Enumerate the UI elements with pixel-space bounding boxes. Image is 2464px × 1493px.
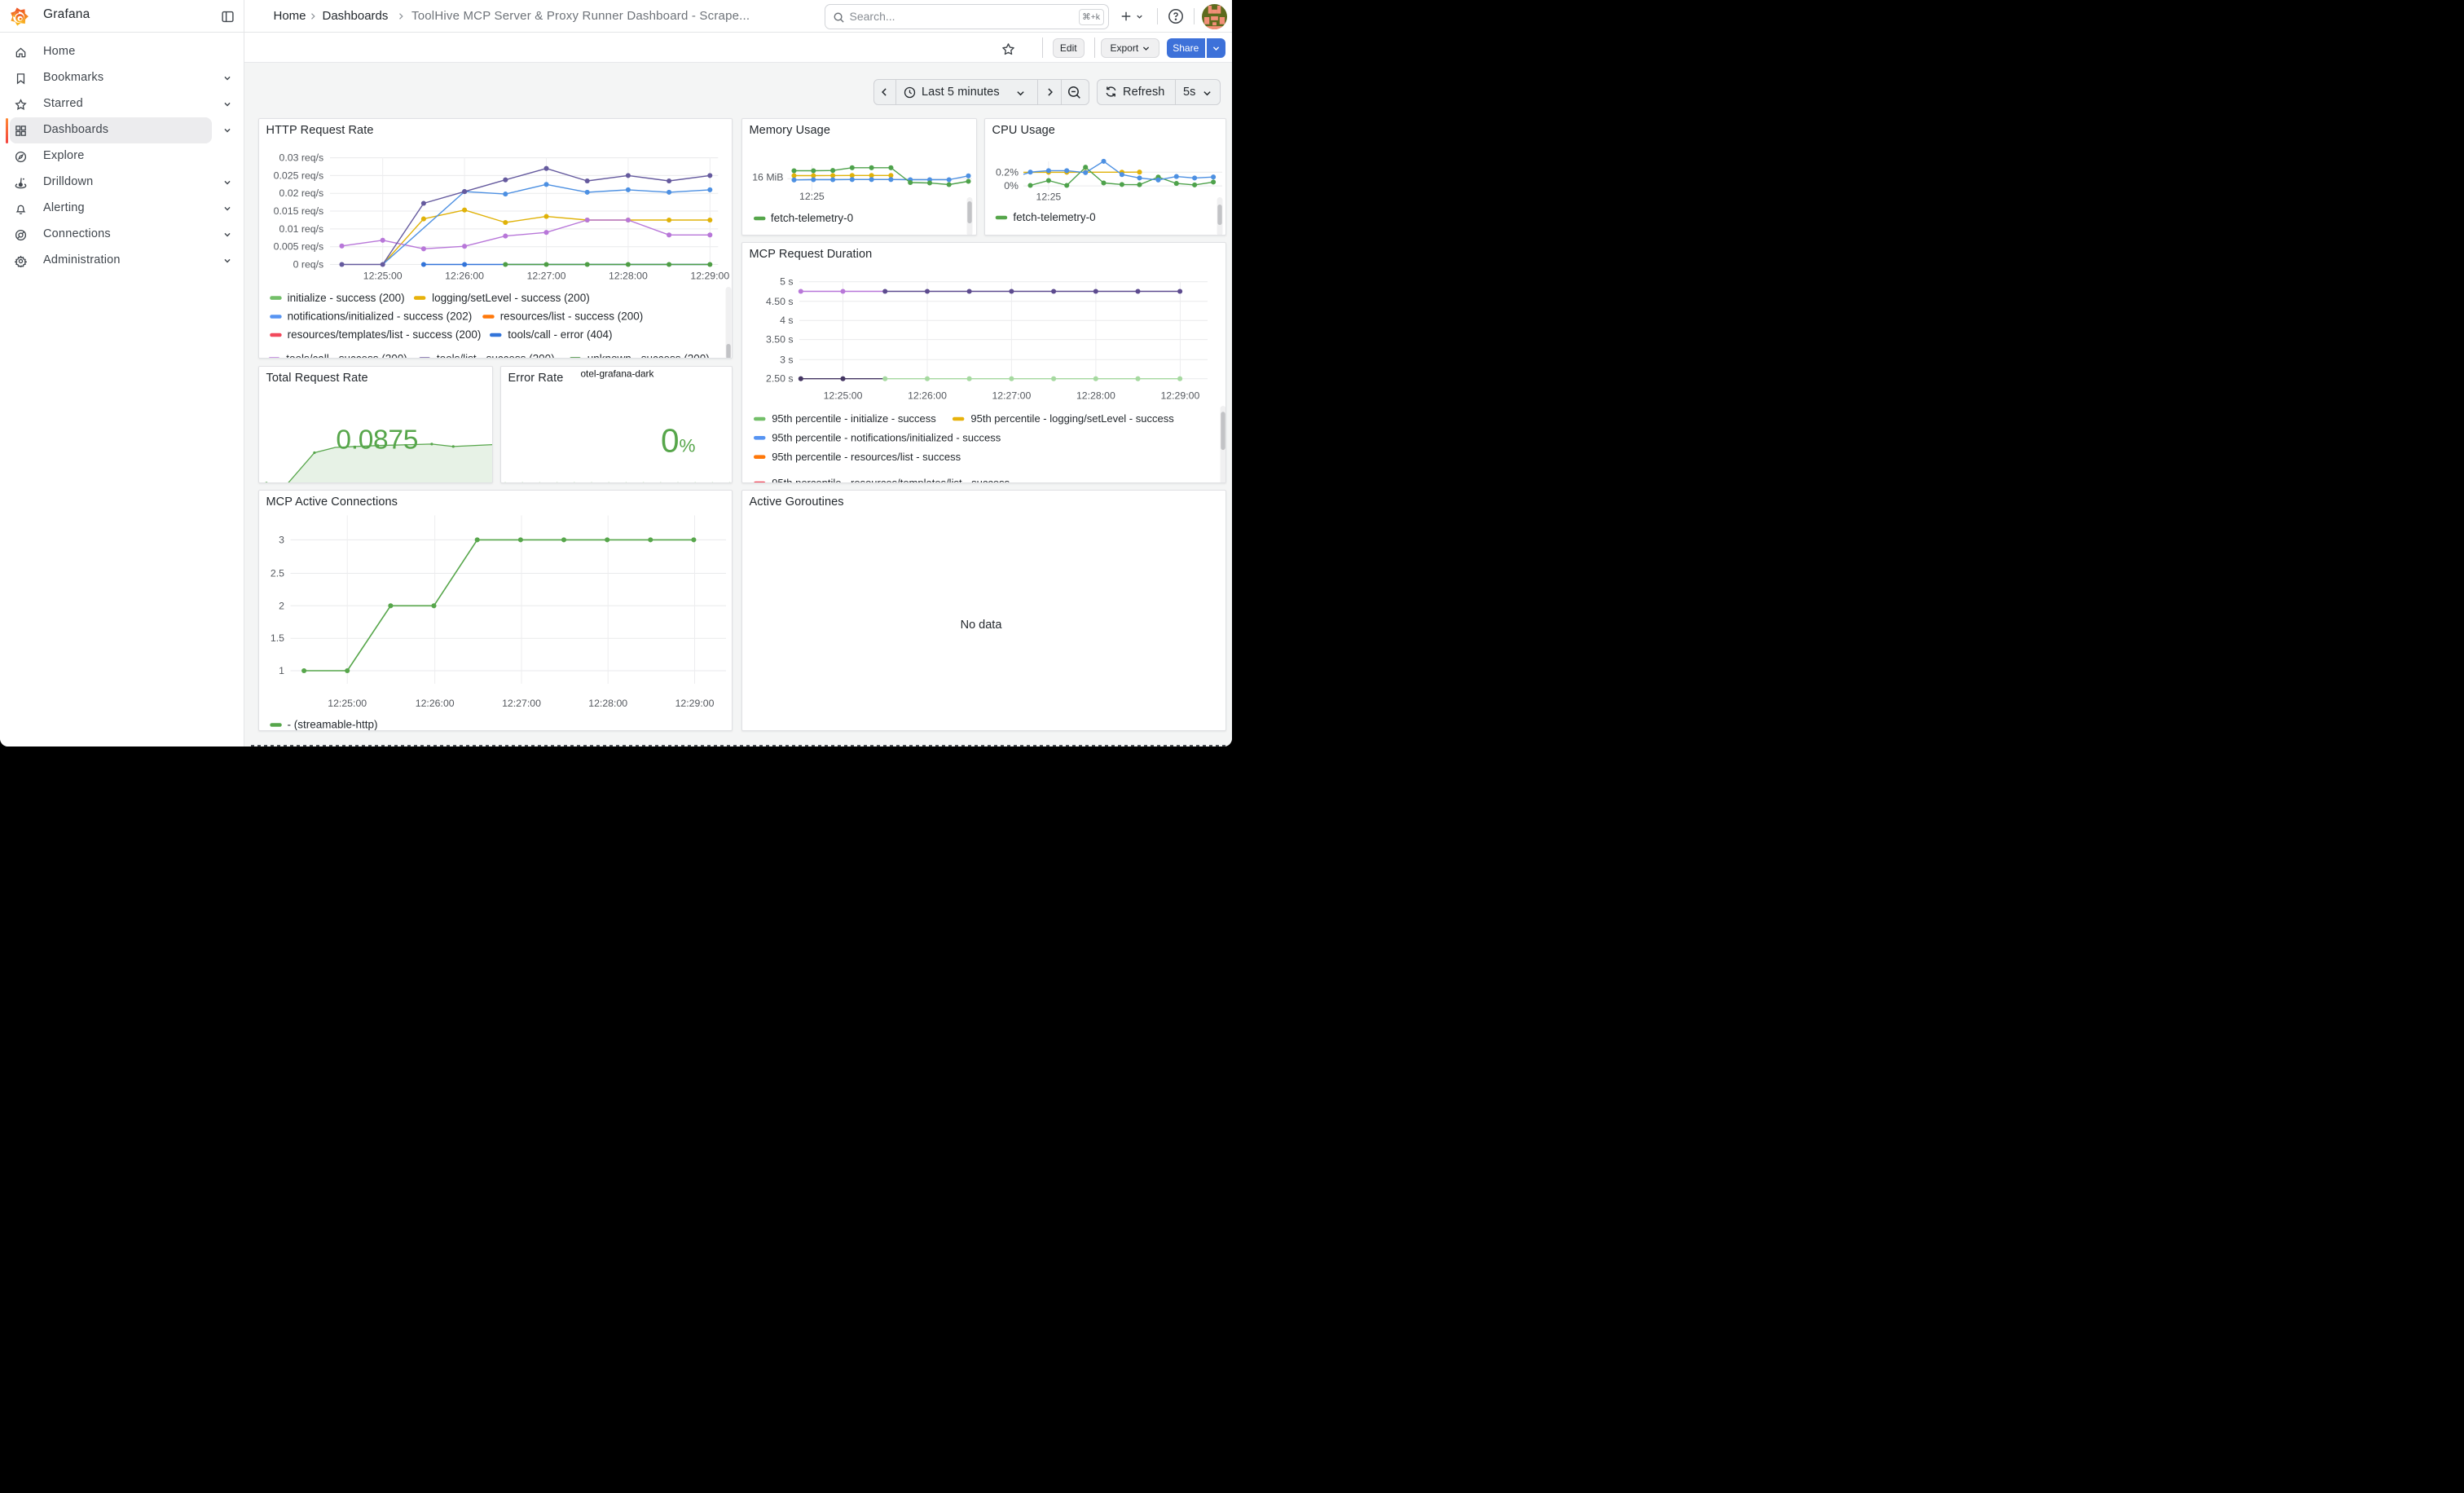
svg-text:12:26:00: 12:26:00	[445, 271, 484, 282]
svg-text:12:29:00: 12:29:00	[690, 271, 729, 282]
svg-text:initialize - success (200): initialize - success (200)	[287, 292, 404, 304]
svg-text:2.5: 2.5	[270, 568, 284, 579]
svg-text:2: 2	[279, 600, 284, 611]
svg-text:resources/templates/list - suc: resources/templates/list - success (200)	[287, 328, 481, 341]
svg-text:logging/setLevel - success (20: logging/setLevel - success (200)	[432, 292, 590, 304]
svg-text:No data: No data	[960, 619, 1002, 632]
svg-text:tools/call - error (404): tools/call - error (404)	[508, 328, 612, 341]
svg-text:12:28:00: 12:28:00	[588, 698, 627, 709]
svg-text:95th percentile - resources/te: 95th percentile - resources/templates/li…	[772, 477, 1010, 483]
svg-text:resources/list - success (200): resources/list - success (200)	[499, 310, 643, 323]
svg-text:4.50 s: 4.50 s	[766, 296, 794, 307]
svg-text:12:29:00: 12:29:00	[675, 698, 714, 709]
svg-text:unknown - success (200): unknown - success (200)	[587, 353, 709, 359]
svg-text:4 s: 4 s	[780, 315, 793, 326]
svg-text:0%: 0%	[661, 422, 696, 460]
svg-text:tools/call - success (200): tools/call - success (200)	[286, 353, 407, 359]
svg-text:fetch-telemetry-0: fetch-telemetry-0	[1013, 211, 1095, 223]
svg-text:0.005 req/s: 0.005 req/s	[273, 241, 323, 253]
svg-text:95th percentile - logging/setL: 95th percentile - logging/setLevel - suc…	[970, 412, 1174, 425]
svg-text:12:28:00: 12:28:00	[1076, 390, 1115, 402]
svg-text:12:25:00: 12:25:00	[823, 390, 862, 402]
svg-text:- (streamable-http): - (streamable-http)	[287, 719, 377, 731]
svg-text:0.2%: 0.2%	[995, 166, 1018, 178]
svg-text:0.02 req/s: 0.02 req/s	[279, 187, 323, 199]
svg-text:12:27:00: 12:27:00	[992, 390, 1031, 402]
svg-text:3: 3	[279, 534, 284, 545]
svg-text:notifications/initialized - su: notifications/initialized - success (202…	[287, 310, 472, 323]
svg-text:12:26:00: 12:26:00	[908, 390, 947, 402]
svg-text:0.025 req/s: 0.025 req/s	[273, 170, 323, 181]
svg-text:95th percentile - initialize -: 95th percentile - initialize - success	[772, 412, 936, 425]
svg-text:5 s: 5 s	[780, 276, 793, 288]
svg-text:12:26:00: 12:26:00	[415, 698, 454, 709]
svg-text:tools/list - success (200): tools/list - success (200)	[436, 353, 554, 359]
svg-text:1: 1	[279, 665, 284, 676]
svg-text:0.015 req/s: 0.015 req/s	[273, 205, 323, 217]
svg-text:12:25:00: 12:25:00	[328, 698, 367, 709]
svg-text:12:25: 12:25	[799, 191, 825, 202]
svg-text:3 s: 3 s	[780, 354, 793, 365]
svg-text:0.01 req/s: 0.01 req/s	[279, 223, 323, 235]
svg-text:16 MiB: 16 MiB	[752, 172, 783, 183]
svg-text:12:29:00: 12:29:00	[1160, 390, 1199, 402]
svg-text:otel-grafana-dark: otel-grafana-dark	[580, 368, 653, 380]
svg-text:0 req/s: 0 req/s	[293, 259, 323, 271]
svg-text:3.50 s: 3.50 s	[766, 334, 794, 346]
svg-text:95th percentile - resources/li: 95th percentile - resources/list - succe…	[772, 451, 961, 463]
svg-text:12:28:00: 12:28:00	[608, 271, 647, 282]
svg-text:12:25:00: 12:25:00	[363, 271, 402, 282]
svg-text:12:27:00: 12:27:00	[526, 271, 565, 282]
svg-text:1.5: 1.5	[270, 632, 284, 644]
svg-text:fetch-telemetry-0: fetch-telemetry-0	[770, 212, 852, 224]
svg-text:0.0875: 0.0875	[336, 425, 418, 456]
svg-text:12:27:00: 12:27:00	[502, 698, 541, 709]
svg-text:12:25: 12:25	[1036, 191, 1061, 202]
svg-text:95th percentile - notification: 95th percentile - notifications/initiali…	[772, 432, 1001, 444]
svg-text:0%: 0%	[1004, 180, 1019, 192]
svg-text:2.50 s: 2.50 s	[766, 373, 794, 385]
svg-text:0.03 req/s: 0.03 req/s	[279, 152, 323, 164]
